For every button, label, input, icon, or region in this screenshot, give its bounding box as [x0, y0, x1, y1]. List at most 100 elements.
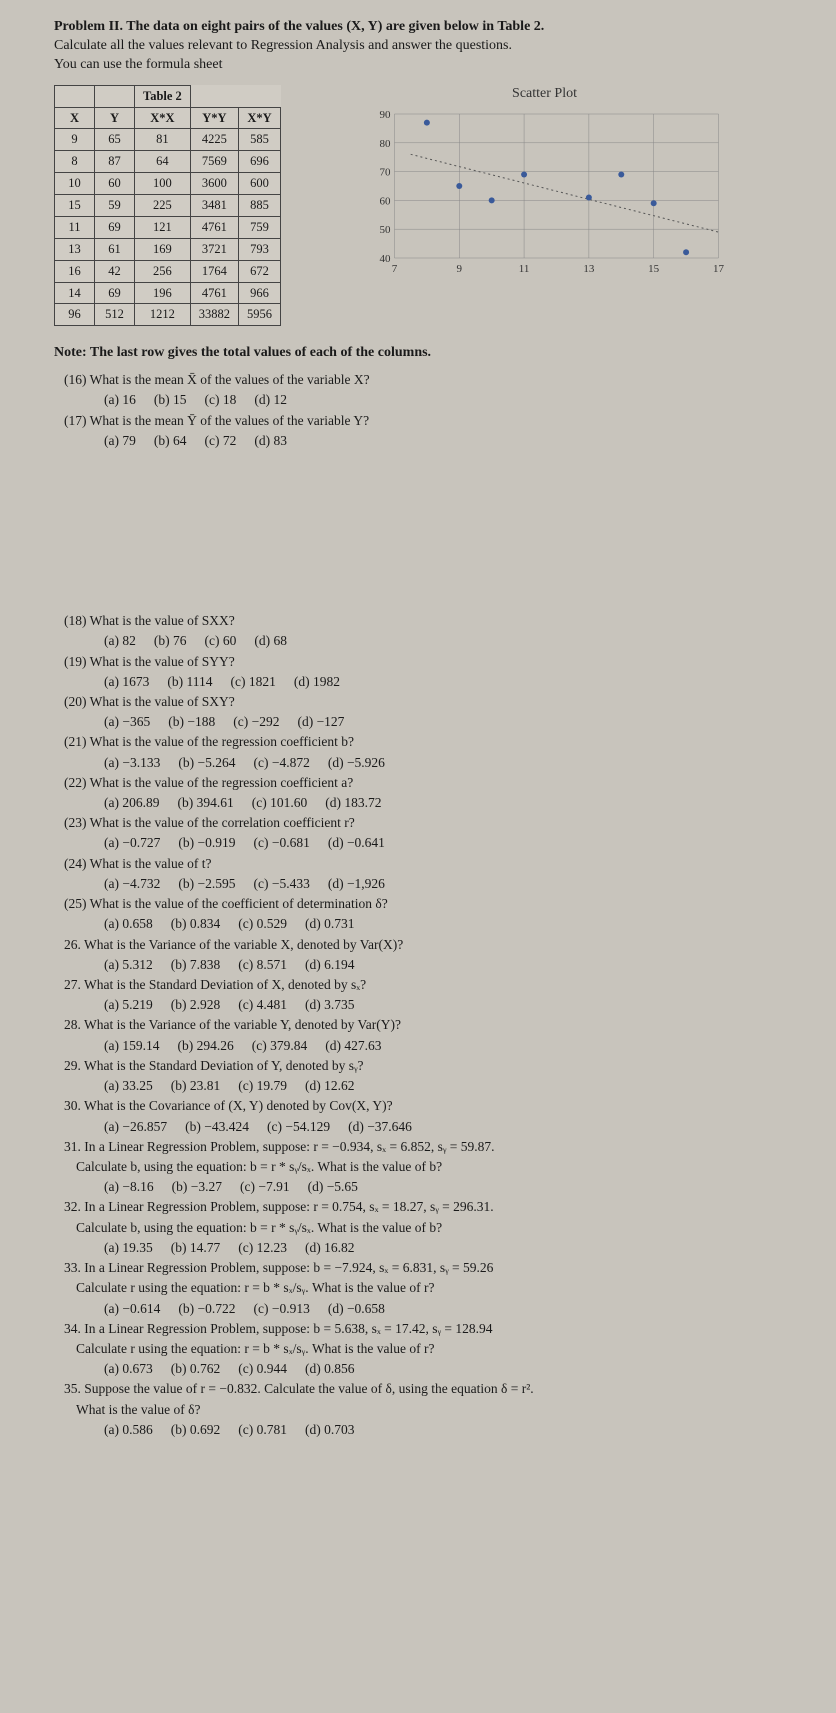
option: (d) 16.82 [305, 1240, 355, 1255]
option: (c) −54.129 [267, 1119, 330, 1134]
question: 35. Suppose the value of r = −0.832. Cal… [64, 1380, 800, 1398]
question: (25) What is the value of the coefficien… [64, 895, 800, 913]
svg-text:70: 70 [380, 166, 392, 178]
svg-text:80: 80 [380, 137, 392, 149]
option: (c) −7.91 [240, 1179, 290, 1194]
table-note: Note: The last row gives the total value… [54, 344, 800, 363]
question: 28. What is the Variance of the variable… [64, 1016, 800, 1034]
option: (b) −43.424 [185, 1119, 249, 1134]
question: (16) What is the mean X̄ of the values o… [64, 371, 800, 389]
option: (d) 427.63 [325, 1038, 381, 1053]
option: (c) 18 [204, 392, 236, 407]
svg-text:7: 7 [392, 263, 398, 275]
options: (a) 82(b) 76(c) 60(d) 68 [104, 632, 800, 650]
svg-text:40: 40 [380, 253, 392, 265]
problem-intro: Problem II. The data on eight pairs of t… [54, 18, 800, 75]
option: (d) 83 [254, 433, 287, 448]
option: (b) −2.595 [178, 876, 235, 891]
table-row: 16422561764672 [55, 260, 281, 282]
option: (b) −0.919 [178, 835, 235, 850]
option: (d) 12.62 [305, 1078, 355, 1093]
question: (21) What is the value of the regression… [64, 733, 800, 751]
options: (a) −0.614(b) −0.722(c) −0.913(d) −0.658 [104, 1300, 800, 1318]
options: (a) 0.586(b) 0.692(c) 0.781(d) 0.703 [104, 1421, 800, 1439]
option: (b) 15 [154, 392, 187, 407]
svg-text:50: 50 [380, 224, 392, 236]
options: (a) 19.35 (b) 14.77 (c) 12.23 (d) 16.82 [104, 1239, 800, 1257]
option: (c) −0.913 [253, 1301, 309, 1316]
table-row: 15592253481885 [55, 195, 281, 217]
question: (22) What is the value of the regression… [64, 774, 800, 792]
option: (c) 0.529 [238, 916, 287, 931]
table-row: 14691964761966 [55, 282, 281, 304]
option: (a) 82 [104, 633, 136, 648]
scatter-plot: 4050607080907911131517 [289, 108, 800, 278]
option: (b) −188 [168, 714, 215, 729]
question: 27. What is the Standard Deviation of X,… [64, 976, 800, 994]
question: 26. What is the Variance of the variable… [64, 936, 800, 954]
option: (b) −5.264 [178, 755, 235, 770]
svg-text:17: 17 [713, 263, 725, 275]
option: (d) −1,926 [328, 876, 385, 891]
option: (d) 0.731 [305, 916, 355, 931]
option: (c) 0.781 [238, 1422, 287, 1437]
option: (a) 0.658 [104, 916, 153, 931]
option: (b) 7.838 [171, 957, 221, 972]
option: (a) 19.35 [104, 1240, 153, 1255]
option: (c) 60 [204, 633, 236, 648]
option: (c) −4.872 [253, 755, 309, 770]
table-header: Y [95, 107, 135, 129]
option: (b) 294.26 [177, 1038, 233, 1053]
option: (c) −0.681 [253, 835, 309, 850]
option: (a) 33.25 [104, 1078, 153, 1093]
table-row: 11691214761759 [55, 216, 281, 238]
option: (d) 1982 [294, 674, 340, 689]
option: (d) 0.856 [305, 1361, 355, 1376]
question: 32. In a Linear Regression Problem, supp… [64, 1198, 800, 1216]
option: (d) −5.926 [328, 755, 385, 770]
question-extra: Calculate r using the equation: r = b * … [76, 1340, 800, 1358]
option: (b) 14.77 [171, 1240, 221, 1255]
question: (20) What is the value of SXY? [64, 693, 800, 711]
option: (d) 3.735 [305, 997, 355, 1012]
option: (d) −0.641 [328, 835, 385, 850]
options: (a) 5.312(b) 7.838(c) 8.571(d) 6.194 [104, 956, 800, 974]
table-header: X*Y [239, 107, 281, 129]
options: (a) 16(b) 15(c) 18(d) 12 [104, 391, 800, 409]
svg-text:9: 9 [457, 263, 463, 275]
option: (b) 0.762 [171, 1361, 221, 1376]
data-table: Table 2 XYX*XY*YX*Y 96581422558588764756… [54, 85, 281, 327]
option: (b) 64 [154, 433, 187, 448]
question: 30. What is the Covariance of (X, Y) den… [64, 1097, 800, 1115]
option: (d) −37.646 [348, 1119, 412, 1134]
question: 29. What is the Standard Deviation of Y,… [64, 1057, 800, 1075]
svg-text:15: 15 [648, 263, 660, 275]
option: (a) −26.857 [104, 1119, 167, 1134]
option: (a) 159.14 [104, 1038, 159, 1053]
question: 34. In a Linear Regression Problem, supp… [64, 1320, 800, 1338]
option: (a) 0.673 [104, 1361, 153, 1376]
question: (23) What is the value of the correlatio… [64, 814, 800, 832]
table-row: 10601003600600 [55, 173, 281, 195]
option: (c) 8.571 [238, 957, 287, 972]
options: (a) 206.89(b) 394.61(c) 101.60(d) 183.72 [104, 794, 800, 812]
option: (d) −127 [297, 714, 344, 729]
options: (a) 159.14(b) 294.26(c) 379.84(d) 427.63 [104, 1037, 800, 1055]
options: (a) −3.133(b) −5.264(c) −4.872(d) −5.926 [104, 754, 800, 772]
table-header: X [55, 107, 95, 129]
option: (a) −8.16 [104, 1179, 154, 1194]
options: (a) −26.857 (b) −43.424 (c) −54.129 (d) −37… [104, 1118, 800, 1136]
question: 31. In a Linear Regression Problem, supp… [64, 1138, 800, 1156]
option: (c) 0.944 [238, 1361, 287, 1376]
option: (b) −3.27 [172, 1179, 222, 1194]
question: (24) What is the value of t? [64, 855, 800, 873]
options: (a) −8.16(b) −3.27(c) −7.91(d) −5.65 [104, 1178, 800, 1196]
table-header: Y*Y [190, 107, 238, 129]
option: (a) −0.727 [104, 835, 160, 850]
option: (c) 72 [204, 433, 236, 448]
option: (c) −5.433 [253, 876, 309, 891]
option: (c) 12.23 [238, 1240, 287, 1255]
option: (c) 101.60 [252, 795, 307, 810]
svg-text:60: 60 [380, 195, 392, 207]
option: (d) 12 [254, 392, 287, 407]
